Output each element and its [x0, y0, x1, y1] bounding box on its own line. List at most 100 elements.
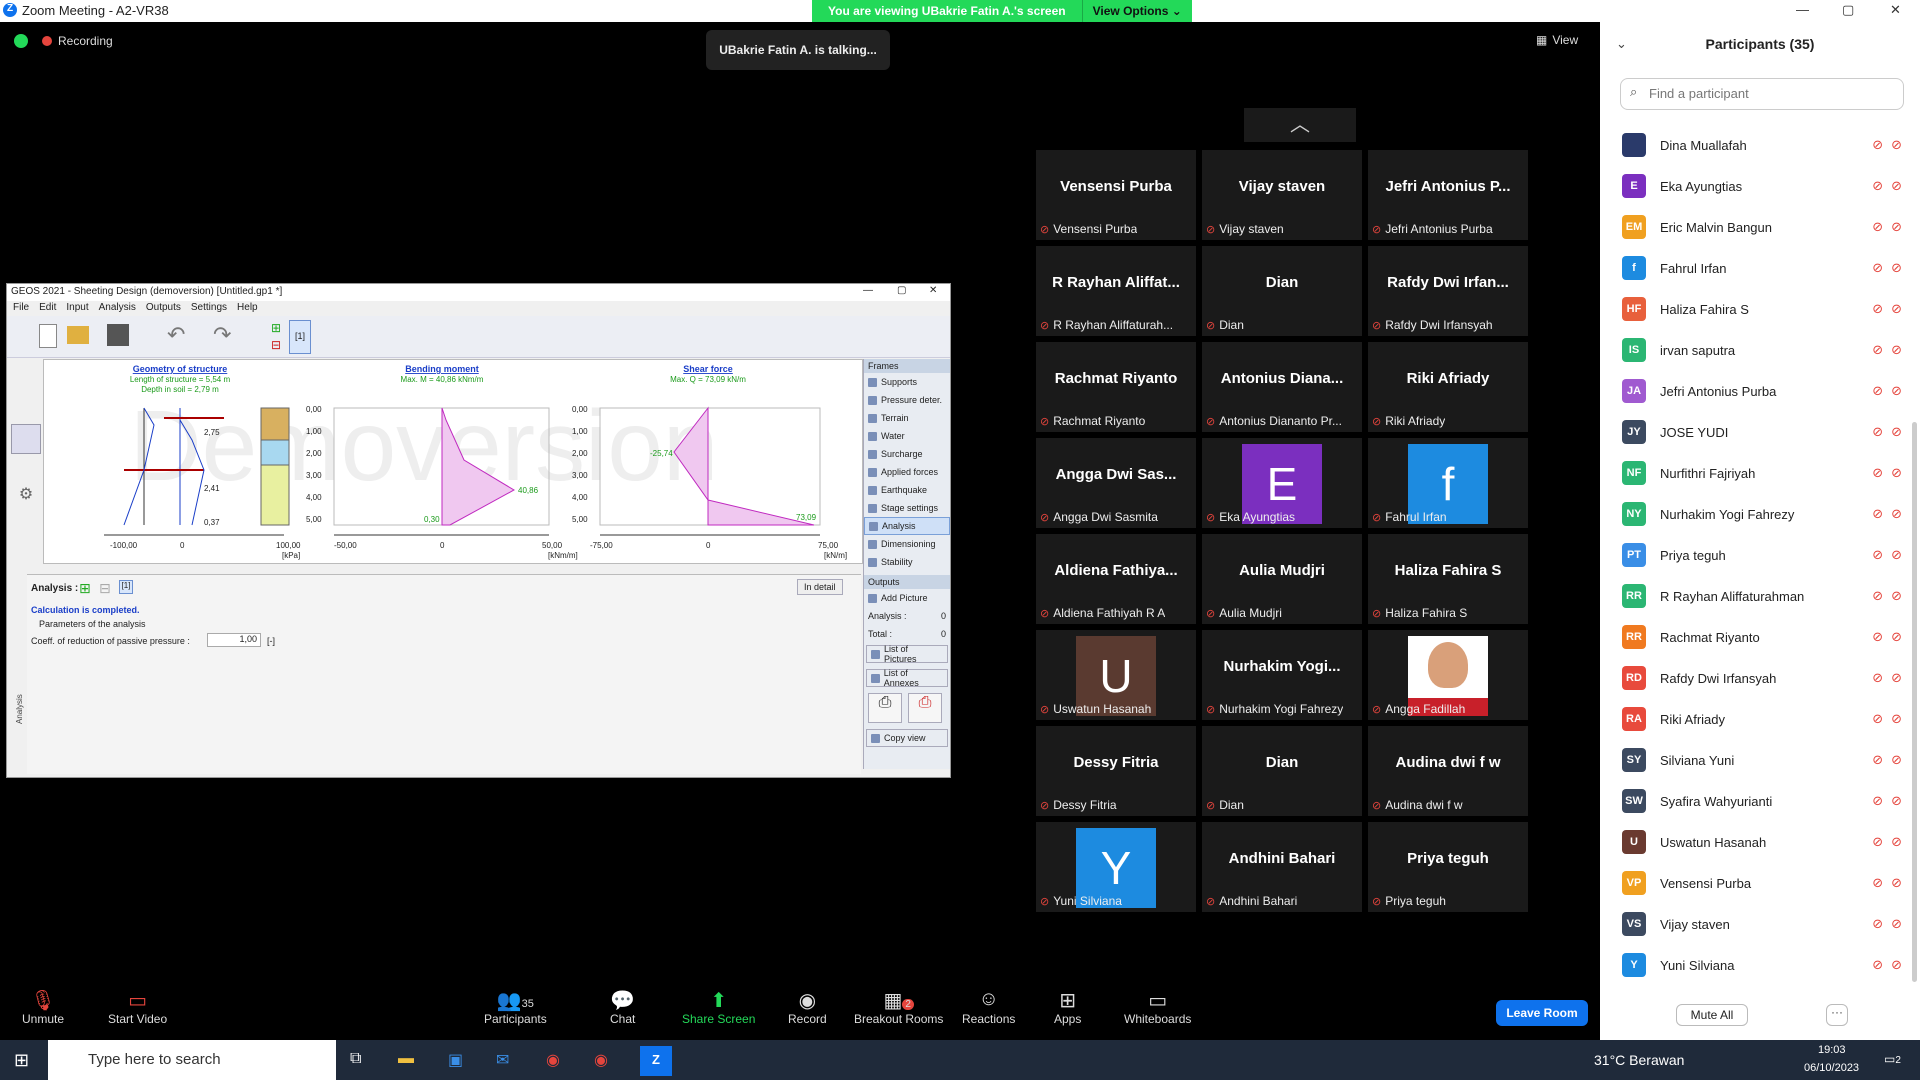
participant-row[interactable]: RR R Rayhan Aliffaturahman ⊘ ⊘ [1622, 579, 1902, 613]
clock-time[interactable]: 19:03 [1818, 1044, 1846, 1056]
frame-item-analysis[interactable]: Analysis [864, 517, 950, 535]
table-view-icon[interactable] [11, 424, 41, 454]
video-tile[interactable]: Vijay staven ⊘ Vijay staven [1202, 150, 1362, 240]
video-tile[interactable]: ⊘ Angga Fadillah [1368, 630, 1528, 720]
chat-button[interactable]: 💬 Chat [610, 988, 635, 1026]
minimize-button[interactable]: — [1796, 2, 1809, 17]
frame-item-stability[interactable]: Stability [864, 553, 950, 571]
participant-row[interactable]: SY Silviana Yuni ⊘ ⊘ [1622, 743, 1902, 777]
scroll-up-button[interactable]: ︿ [1244, 108, 1356, 142]
participant-row[interactable]: RR Rachmat Riyanto ⊘ ⊘ [1622, 620, 1902, 654]
in-detail-button[interactable]: In detail [797, 579, 843, 595]
video-tile[interactable]: Priya teguh ⊘ Priya teguh [1368, 822, 1528, 912]
video-tile[interactable]: Riki Afriady ⊘ Riki Afriady [1368, 342, 1528, 432]
video-tile[interactable]: Vensensi Purba ⊘ Vensensi Purba [1036, 150, 1196, 240]
video-tile[interactable]: Haliza Fahira S ⊘ Haliza Fahira S [1368, 534, 1528, 624]
participant-row[interactable]: SW Syafira Wahyurianti ⊘ ⊘ [1622, 784, 1902, 818]
participant-row[interactable]: JA Jefri Antonius Purba ⊘ ⊘ [1622, 374, 1902, 408]
video-tile[interactable]: Aldiena Fathiya... ⊘ Aldiena Fathiyah R A [1036, 534, 1196, 624]
frame-item-applied-forces[interactable]: Applied forces [864, 463, 950, 481]
participant-row[interactable]: EM Eric Malvin Bangun ⊘ ⊘ [1622, 210, 1902, 244]
maximize-button[interactable]: ▢ [1842, 2, 1854, 18]
participant-row[interactable]: JY JOSE YUDI ⊘ ⊘ [1622, 415, 1902, 449]
notification-icon[interactable]: ▭2 [1884, 1052, 1901, 1066]
geos-close-button[interactable]: ✕ [929, 285, 937, 296]
frame-item-pressure-deter-[interactable]: Pressure deter. [864, 391, 950, 409]
video-tile[interactable]: Dessy Fitria ⊘ Dessy Fitria [1036, 726, 1196, 816]
record-button[interactable]: ◉ Record [788, 988, 827, 1026]
add-analysis-icon[interactable]: ⊞ [79, 580, 91, 597]
print-export-icon[interactable]: ⎙ [908, 693, 942, 723]
frame-item-surcharge[interactable]: Surcharge [864, 445, 950, 463]
task-view-icon[interactable]: ⧉ [350, 1050, 361, 1068]
video-tile[interactable]: Jefri Antonius P... ⊘ Jefri Antonius Purba [1368, 150, 1528, 240]
unmute-button[interactable]: 🎙 Unmute [22, 988, 64, 1026]
geos-menu-file[interactable]: File [13, 302, 29, 315]
participant-row[interactable]: E Eka Ayungtias ⊘ ⊘ [1622, 169, 1902, 203]
video-tile[interactable]: Dian ⊘ Dian [1202, 726, 1362, 816]
video-tile[interactable]: Dian ⊘ Dian [1202, 246, 1362, 336]
stage-1-tab[interactable]: [1] [289, 320, 311, 354]
list-of-pictures-button[interactable]: List of Pictures [866, 644, 948, 664]
mute-all-button[interactable]: Mute All [1676, 1004, 1748, 1026]
leave-room-button[interactable]: Leave Room [1496, 1000, 1588, 1026]
share-screen-button[interactable]: ⬆ Share Screen [682, 988, 755, 1026]
participant-search-input[interactable]: Find a participant [1620, 78, 1904, 110]
scrollbar[interactable] [1912, 422, 1917, 982]
participant-row[interactable]: Dina Muallafah ⊘ ⊘ [1622, 128, 1902, 162]
settings-gear-icon[interactable]: ⚙ [11, 484, 41, 508]
coeff-input[interactable]: 1,00 [207, 633, 261, 647]
participant-row[interactable]: U Uswatun Hasanah ⊘ ⊘ [1622, 825, 1902, 859]
store-icon[interactable]: ▣ [448, 1050, 463, 1070]
view-button[interactable]: ▦ View [1536, 33, 1578, 47]
open-folder-icon[interactable] [67, 326, 89, 344]
participant-row[interactable]: HF Haliza Fahira S ⊘ ⊘ [1622, 292, 1902, 326]
participant-row[interactable]: RA Riki Afriady ⊘ ⊘ [1622, 702, 1902, 736]
apps-button[interactable]: ⊞ Apps [1054, 988, 1081, 1026]
frame-item-stage-settings[interactable]: Stage settings [864, 499, 950, 517]
geos-menu-settings[interactable]: Settings [191, 302, 227, 315]
chrome-profile-icon[interactable]: ◉ [594, 1050, 608, 1070]
video-tile[interactable]: Antonius Diana... ⊘ Antonius Diananto Pr..… [1202, 342, 1362, 432]
mail-icon[interactable]: ✉ [496, 1050, 509, 1070]
frame-item-terrain[interactable]: Terrain [864, 409, 950, 427]
taskbar-search-input[interactable]: Type here to search [48, 1040, 336, 1080]
new-file-icon[interactable] [39, 324, 57, 348]
redo-icon[interactable]: ↷ [213, 322, 231, 348]
breakout-rooms-button[interactable]: ▦ 2 Breakout Rooms [854, 988, 943, 1026]
frame-item-water[interactable]: Water [864, 427, 950, 445]
geos-menu-edit[interactable]: Edit [39, 302, 56, 315]
participant-row[interactable]: Y Yuni Silviana ⊘ ⊘ [1622, 948, 1902, 982]
participant-row[interactable]: VS Vijay staven ⊘ ⊘ [1622, 907, 1902, 941]
analysis-1-tab[interactable]: [1] [119, 580, 133, 594]
copy-view-button[interactable]: Copy view [866, 729, 948, 747]
video-tile[interactable]: Rachmat Riyanto ⊘ Rachmat Riyanto [1036, 342, 1196, 432]
geos-menu-analysis[interactable]: Analysis [99, 302, 136, 315]
analysis-side-tab[interactable]: Analysis [15, 694, 24, 724]
video-tile[interactable]: Andhini Bahari ⊘ Andhini Bahari [1202, 822, 1362, 912]
clock-date[interactable]: 06/10/2023 [1804, 1062, 1859, 1074]
add-stage-icon[interactable]: ⊞ [271, 321, 281, 335]
windows-start-icon[interactable]: ⊞ [14, 1050, 29, 1071]
geos-drawing-canvas[interactable]: Demoversion Geometry of structure Length… [43, 359, 863, 564]
add-picture-button[interactable]: Add Picture [864, 589, 950, 607]
participant-row[interactable]: PT Priya teguh ⊘ ⊘ [1622, 538, 1902, 572]
frame-item-earthquake[interactable]: Earthquake [864, 481, 950, 499]
video-tile[interactable]: E ⊘ Eka Ayungtias [1202, 438, 1362, 528]
frame-item-supports[interactable]: Supports [864, 373, 950, 391]
video-tile[interactable]: Audina dwi f w ⊘ Audina dwi f w [1368, 726, 1528, 816]
participant-row[interactable]: NF Nurfithri Fajriyah ⊘ ⊘ [1622, 456, 1902, 490]
model-view-icon[interactable] [11, 456, 41, 480]
geos-maximize-button[interactable]: ▢ [897, 285, 906, 296]
undo-icon[interactable]: ↶ [167, 322, 185, 348]
frame-item-dimensioning[interactable]: Dimensioning [864, 535, 950, 553]
more-options-button[interactable]: ··· [1826, 1004, 1848, 1026]
remove-stage-icon[interactable]: ⊟ [271, 338, 281, 352]
start-video-button[interactable]: ▭ Start Video [108, 988, 167, 1026]
chrome-icon[interactable]: ◉ [546, 1050, 560, 1070]
participants-button[interactable]: 👥35 Participants [484, 988, 547, 1026]
geos-minimize-button[interactable]: — [863, 285, 873, 296]
whiteboards-button[interactable]: ▭ Whiteboards [1124, 988, 1191, 1026]
video-tile[interactable]: Rafdy Dwi Irfan... ⊘ Rafdy Dwi Irfansyah [1368, 246, 1528, 336]
zoom-taskbar-icon[interactable]: Z [640, 1046, 672, 1076]
